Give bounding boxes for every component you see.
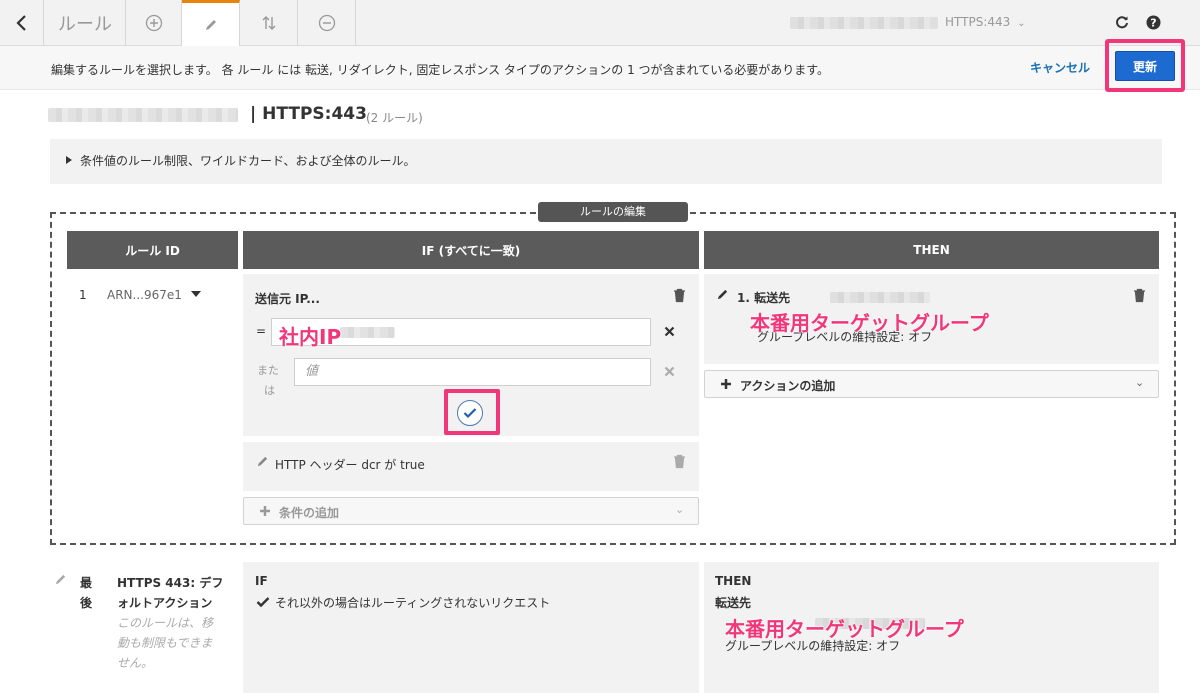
trash-icon[interactable] (1133, 288, 1146, 303)
default-rule-title-line2: ォルトアクション (117, 596, 213, 610)
col-header-if: IF (すべてに一致) (243, 231, 699, 269)
chevron-down-icon: ⌄ (1135, 376, 1145, 389)
default-production-target-annotation: 本番用ターゲットグループ (725, 617, 964, 641)
default-if-text: それ以外の場合はルーティングされないリクエスト (275, 596, 551, 610)
col-header-then: THEN (704, 231, 1159, 269)
close-icon[interactable] (664, 366, 675, 377)
add-action-label: アクションの追加 (740, 379, 836, 393)
last-label-line1: 最 (80, 576, 93, 590)
delete-rule-tab[interactable] (298, 0, 356, 46)
pencil-icon[interactable] (716, 288, 729, 301)
internal-ip-annotation: 社内IP (279, 325, 342, 349)
equals-sign: = (256, 324, 267, 338)
production-target-group-annotation: 本番用ターゲットグループ (750, 311, 989, 335)
chevron-down-icon: ⌄ (675, 503, 685, 516)
col-header-rule-id: ルール ID (67, 231, 238, 269)
cancel-button[interactable]: キャンセル (1030, 59, 1090, 76)
listener-label: HTTPS:443 (945, 15, 1011, 29)
blurred-ip-value (340, 327, 395, 338)
default-rule-desc-line3: せん。 (117, 656, 154, 670)
remove-circle-icon (318, 14, 335, 32)
plus-icon (721, 379, 731, 389)
add-rule-tab[interactable] (126, 0, 182, 46)
refresh-icon[interactable] (1115, 15, 1129, 29)
svg-text:?: ? (1150, 17, 1156, 30)
or-label-line1: また (257, 364, 279, 377)
default-forward-label: 転送先 (715, 596, 752, 610)
pencil-icon (55, 574, 66, 585)
listener-selector[interactable]: HTTPS:443 ⌄ (945, 15, 1026, 29)
last-label-line2: 後 (80, 596, 93, 610)
or-label-line2: は (264, 384, 275, 397)
close-icon[interactable] (664, 326, 675, 337)
rule-limits-note-text: 条件値のルール制限、ワイルドカード、および全体のルール。 (80, 154, 416, 168)
blurred-load-balancer-name (790, 17, 938, 29)
info-message: 編集するルールを選択します。 各 ルール には 転送, リダイレクト, 固定レス… (51, 63, 829, 77)
add-condition-label: 条件の追加 (279, 506, 340, 520)
default-rule-desc-line1: このルールは、移 (117, 616, 214, 630)
top-toolbar: ルール HTTPS:443 ⌄ ? (0, 0, 1200, 46)
rule-edit-label: ルールの編集 (538, 202, 688, 222)
http-header-condition-text: HTTP ヘッダー dcr が true (275, 458, 425, 472)
pencil-icon (205, 19, 216, 30)
chevron-down-icon: ⌄ (1017, 18, 1026, 29)
update-button[interactable]: 更新 (1115, 51, 1175, 81)
listener-heading: | HTTPS:443 (250, 104, 367, 124)
rule-number: 1 (79, 288, 87, 302)
back-arrow-icon (15, 15, 26, 31)
default-if-panel (243, 562, 699, 693)
checkmark-icon (463, 408, 477, 419)
plus-icon (260, 506, 270, 516)
sort-icon (262, 16, 275, 30)
rule-arn: ARN...967e1 (107, 288, 182, 302)
caret-right-icon (66, 156, 72, 164)
pencil-icon (257, 456, 268, 467)
condition-title: 送信元 IP... (255, 292, 320, 306)
default-then-label: THEN (715, 574, 752, 588)
default-if-label: IF (255, 574, 268, 588)
default-rule-desc-line2: 動も制限もできま (117, 636, 213, 650)
back-button[interactable] (0, 0, 44, 46)
checkmark-icon (256, 597, 270, 608)
default-rule-title-line1: HTTPS 443: デフ (117, 576, 224, 590)
caret-down-icon[interactable] (191, 291, 201, 298)
help-icon[interactable]: ? (1146, 15, 1161, 30)
reorder-rules-tab[interactable] (240, 0, 298, 46)
info-bar: 編集するルールを選択します。 各 ルール には 転送, リダイレクト, 固定レス… (0, 46, 1200, 90)
confirm-check-button[interactable] (457, 400, 483, 426)
page-title: ルール (44, 0, 126, 46)
trash-icon[interactable] (673, 454, 686, 469)
blurred-target-group (830, 292, 930, 303)
rule-count: (2 ルール) (366, 111, 423, 125)
add-circle-icon (145, 14, 162, 32)
action-title: 1. 転送先 (737, 291, 791, 305)
blurred-lb-name (48, 108, 238, 122)
or-value-input[interactable]: 値 (294, 358, 651, 386)
trash-icon[interactable] (673, 288, 686, 303)
edit-rule-tab[interactable] (182, 0, 240, 46)
